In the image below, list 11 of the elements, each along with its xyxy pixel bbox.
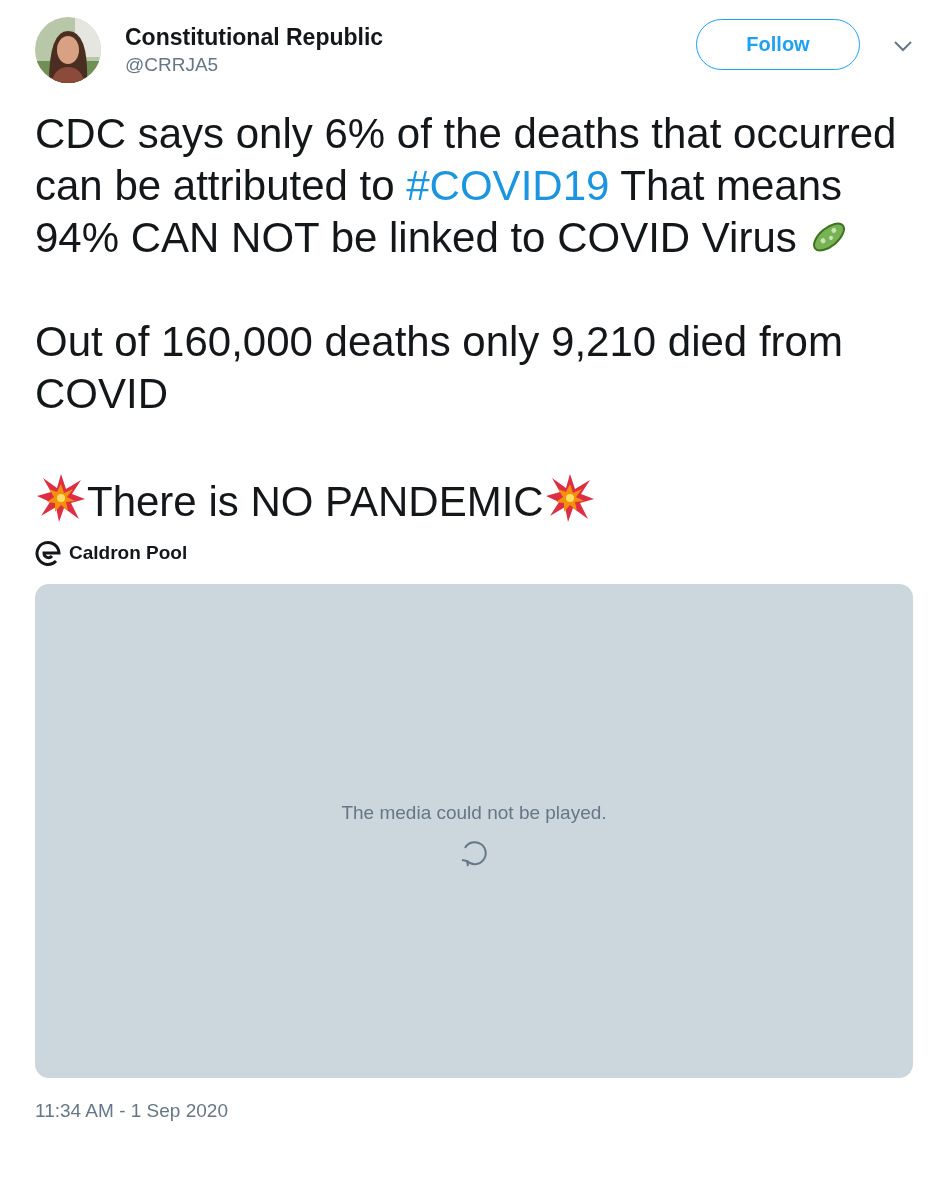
author-handle: @CRRJA5 — [125, 53, 220, 77]
timestamp: 11:34 AM - 1 Sep 2020 — [35, 1100, 229, 1122]
author-name[interactable]: Constitutional Republic — [125, 22, 696, 52]
chevron-down-icon[interactable] — [893, 40, 913, 52]
tweet-paragraph: CDC says only 6% of the deaths that occurred can be attributed to #COVID19 That means 94% CAN NOT be linked to COVID Virus — [35, 109, 898, 263]
logo-icon — [35, 540, 61, 566]
retry-icon[interactable] — [459, 838, 489, 868]
tweet-paragraph: Out of 160,000 deaths only 9,210 died from COVID — [35, 317, 844, 419]
source-name[interactable]: Caldron Pool — [69, 542, 188, 564]
media-error-message: The media could not be played. — [341, 802, 607, 824]
tweet-paragraph: There is NO PANDEMIC — [35, 472, 913, 528]
